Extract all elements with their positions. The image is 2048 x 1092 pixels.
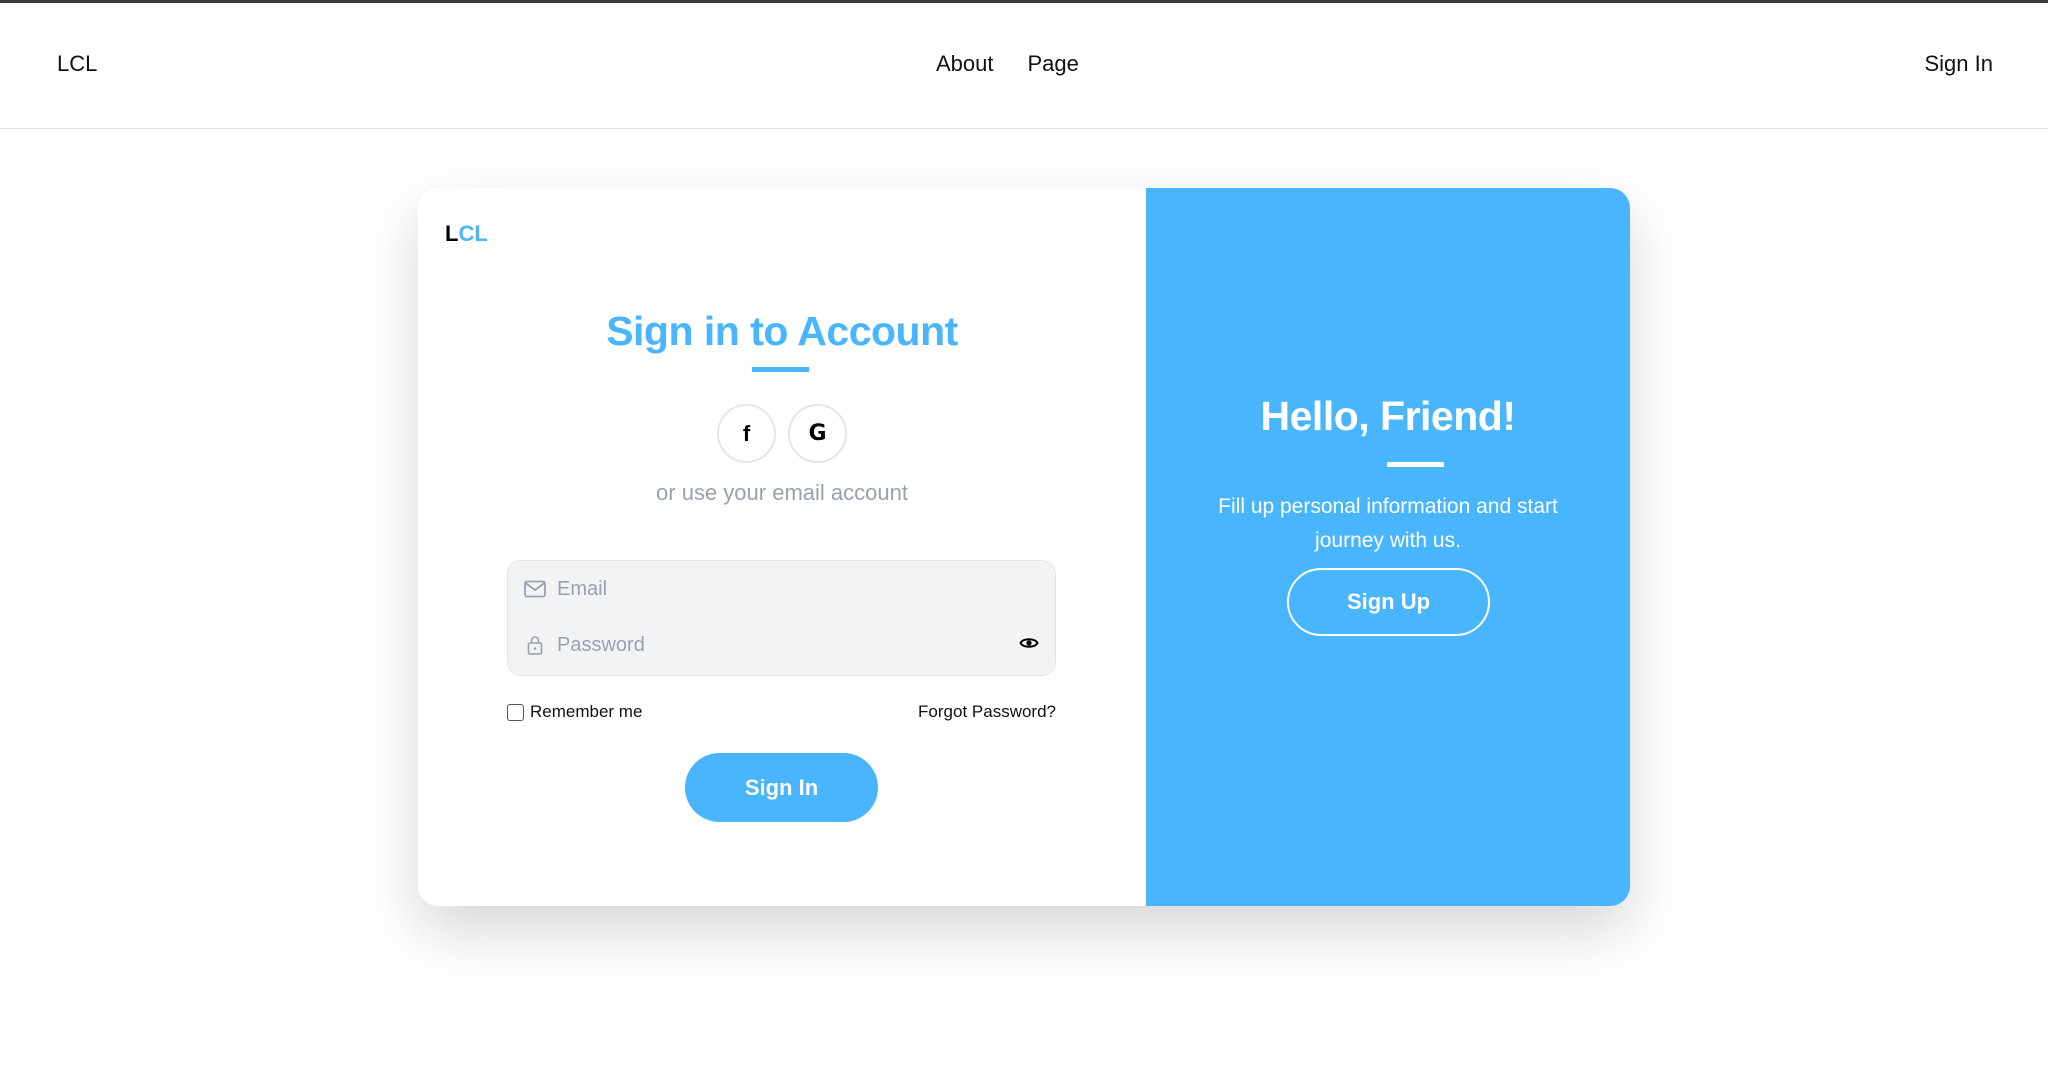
- sign-up-panel: Hello, Friend! Fill up personal informat…: [1146, 188, 1630, 906]
- email-input[interactable]: [557, 577, 977, 601]
- remember-me[interactable]: Remember me: [507, 702, 642, 722]
- email-field-row: [508, 561, 1055, 617]
- nav-link-page[interactable]: Page: [1028, 51, 1079, 77]
- password-field-row: [508, 617, 1055, 673]
- google-icon: G: [808, 421, 827, 446]
- google-login-button[interactable]: G: [788, 404, 847, 463]
- sign-in-panel: LCL Sign in to Account f G or use your e…: [418, 188, 1146, 906]
- brand-logo[interactable]: LCL: [57, 51, 97, 77]
- facebook-icon: f: [742, 420, 751, 446]
- mail-icon: [523, 577, 547, 601]
- facebook-login-button[interactable]: f: [717, 404, 776, 463]
- social-login-buttons: f G: [418, 404, 1146, 463]
- remember-me-checkbox[interactable]: [507, 703, 524, 721]
- panel-description: Fill up personal information and start j…: [1218, 495, 1558, 552]
- navbar: LCL About Page Sign In: [0, 3, 2048, 129]
- auth-card: LCL Sign in to Account f G or use your e…: [418, 188, 1630, 906]
- show-password-toggle[interactable]: [1019, 635, 1039, 656]
- forgot-password-link[interactable]: Forgot Password?: [918, 702, 1056, 722]
- card-logo: LCL: [445, 221, 488, 247]
- title-underline: [752, 367, 809, 372]
- password-input[interactable]: [557, 633, 977, 657]
- remember-me-label: Remember me: [530, 702, 643, 721]
- nav-sign-in-link[interactable]: Sign In: [1925, 51, 1994, 77]
- sign-in-title: Sign in to Account: [606, 308, 958, 354]
- card-logo-prefix: L: [445, 221, 459, 246]
- lock-icon: [523, 633, 547, 657]
- credentials-box: [507, 560, 1056, 676]
- sign-in-options: Remember me Forgot Password?: [507, 702, 1056, 722]
- sign-in-button[interactable]: Sign In: [685, 753, 878, 822]
- email-option-text: or use your email account: [656, 480, 908, 505]
- nav-link-about[interactable]: About: [936, 51, 994, 77]
- eye-icon: [1019, 638, 1039, 648]
- panel-title-underline: [1387, 462, 1444, 467]
- panel-title: Hello, Friend!: [1260, 393, 1516, 439]
- nav-links: About Page: [936, 51, 1079, 77]
- card-logo-suffix: CL: [458, 221, 488, 246]
- sign-up-button[interactable]: Sign Up: [1287, 568, 1490, 636]
